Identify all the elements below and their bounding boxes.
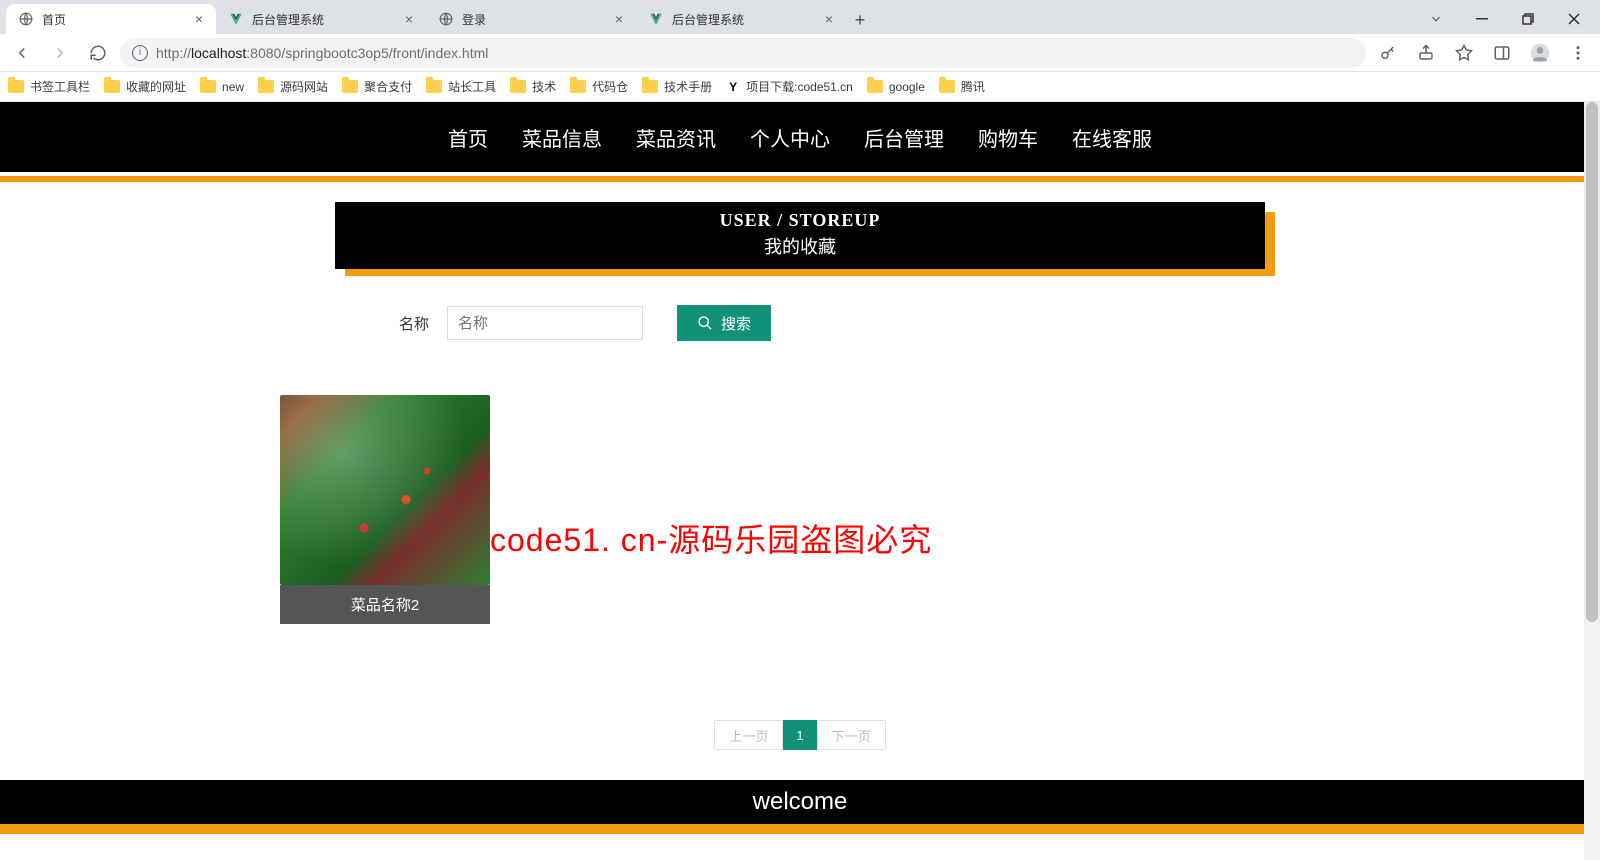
site-info-icon[interactable]: i — [132, 45, 148, 61]
nav-dishes[interactable]: 菜品信息 — [522, 123, 602, 152]
folder-icon — [426, 80, 442, 93]
bookmark-item[interactable]: 收藏的网址 — [104, 78, 186, 95]
minimize-button[interactable] — [1460, 4, 1504, 34]
bookmark-star-icon[interactable] — [1448, 37, 1480, 69]
nav-home[interactable]: 首页 — [448, 123, 488, 152]
page-prev[interactable]: 上一页 — [714, 720, 783, 750]
close-icon[interactable]: × — [822, 12, 836, 26]
bookmark-item[interactable]: new — [200, 80, 244, 94]
link-icon: Y — [726, 80, 740, 94]
folder-icon — [570, 80, 586, 93]
nav-user-center[interactable]: 个人中心 — [750, 123, 830, 152]
close-icon[interactable]: × — [402, 12, 416, 26]
folder-icon — [104, 80, 120, 93]
close-icon[interactable]: × — [612, 12, 626, 26]
tab-3[interactable]: 后台管理系统 × — [636, 4, 846, 34]
folder-icon — [867, 80, 883, 93]
bookmark-item[interactable]: 技术手册 — [642, 78, 712, 95]
tab-label: 后台管理系统 — [252, 11, 394, 28]
item-caption: 菜品名称2 — [280, 585, 490, 624]
search-button[interactable]: 搜索 — [677, 305, 771, 341]
side-panel-icon[interactable] — [1486, 37, 1518, 69]
scrollbar-thumb[interactable] — [1586, 102, 1598, 622]
search-row: 名称 搜索 — [335, 305, 1265, 341]
page-number[interactable]: 1 — [783, 720, 816, 750]
item-grid: 菜品名称2 — [280, 395, 1320, 624]
tab-1[interactable]: 后台管理系统 × — [216, 4, 426, 34]
menu-icon[interactable] — [1562, 37, 1594, 69]
tab-label: 登录 — [462, 11, 604, 28]
page-viewport: 首页 菜品信息 菜品资讯 个人中心 后台管理 购物车 在线客服 USER / S… — [0, 102, 1600, 860]
item-image — [280, 395, 490, 585]
vue-icon — [648, 11, 664, 27]
folder-icon — [8, 80, 24, 93]
titlebar: 首页 × 后台管理系统 × 登录 × 后台管理 — [0, 0, 1600, 34]
watermark-text: code51. cn-源码乐园盗图必究 — [490, 515, 932, 561]
bookmark-item[interactable]: google — [867, 80, 925, 94]
tab-label: 首页 — [42, 11, 184, 28]
bookmark-item[interactable]: 站长工具 — [426, 78, 496, 95]
section-title-zh: 我的收藏 — [335, 233, 1265, 259]
section-title-en: USER / STOREUP — [335, 210, 1265, 231]
folder-icon — [200, 80, 216, 93]
pagination: 上一页 1 下一页 — [0, 720, 1600, 750]
tab-label: 后台管理系统 — [672, 11, 814, 28]
window-controls — [1414, 4, 1600, 34]
nav-admin[interactable]: 后台管理 — [864, 123, 944, 152]
browser-toolbar: i http://localhost:8080/springbootc3op5/… — [0, 34, 1600, 72]
key-icon[interactable] — [1372, 37, 1404, 69]
footer-accent — [0, 828, 1600, 834]
nav-news[interactable]: 菜品资讯 — [636, 123, 716, 152]
footer-text: welcome — [753, 788, 848, 815]
folder-icon — [939, 80, 955, 93]
bookmark-item[interactable]: Y项目下载:code51.cn — [726, 78, 853, 95]
url-text: http://localhost:8080/springbootc3op5/fr… — [156, 45, 1354, 61]
reload-button[interactable] — [82, 37, 114, 69]
globe-icon — [438, 11, 454, 27]
section-title: USER / STOREUP 我的收藏 — [335, 202, 1265, 269]
forward-button[interactable] — [44, 37, 76, 69]
share-icon[interactable] — [1410, 37, 1442, 69]
vue-icon — [228, 11, 244, 27]
tab-0[interactable]: 首页 × — [6, 4, 216, 34]
bookmarks-bar: 书签工具栏 收藏的网址 new 源码网站 聚合支付 站长工具 技术 代码仓 技术… — [0, 72, 1600, 102]
tab-strip: 首页 × 后台管理系统 × 登录 × 后台管理 — [0, 0, 1414, 34]
maximize-button[interactable] — [1506, 4, 1550, 34]
footer: welcome — [0, 780, 1600, 828]
folder-icon — [510, 80, 526, 93]
close-icon[interactable]: × — [192, 12, 206, 26]
bookmark-item[interactable]: 聚合支付 — [342, 78, 412, 95]
nav-support[interactable]: 在线客服 — [1072, 123, 1152, 152]
page-next[interactable]: 下一页 — [817, 720, 886, 750]
item-card[interactable]: 菜品名称2 — [280, 395, 490, 624]
folder-icon — [342, 80, 358, 93]
profile-icon[interactable] — [1524, 37, 1556, 69]
address-bar[interactable]: i http://localhost:8080/springbootc3op5/… — [120, 38, 1366, 68]
folder-icon — [642, 80, 658, 93]
bookmark-item[interactable]: 书签工具栏 — [8, 78, 90, 95]
bookmark-item[interactable]: 代码仓 — [570, 78, 628, 95]
bookmark-item[interactable]: 腾讯 — [939, 78, 985, 95]
nav-cart[interactable]: 购物车 — [978, 123, 1038, 152]
search-icon — [697, 315, 713, 331]
accent-line — [0, 176, 1600, 182]
back-button[interactable] — [6, 37, 38, 69]
page-content: 首页 菜品信息 菜品资讯 个人中心 后台管理 购物车 在线客服 USER / S… — [0, 102, 1600, 860]
close-window-button[interactable] — [1552, 4, 1596, 34]
bookmark-item[interactable]: 源码网站 — [258, 78, 328, 95]
search-input[interactable] — [447, 306, 643, 340]
folder-icon — [258, 80, 274, 93]
tab-2[interactable]: 登录 × — [426, 4, 636, 34]
search-label: 名称 — [399, 313, 429, 334]
scrollbar[interactable] — [1584, 102, 1600, 860]
bookmark-item[interactable]: 技术 — [510, 78, 556, 95]
chevron-down-icon[interactable] — [1414, 4, 1458, 34]
new-tab-button[interactable]: + — [846, 6, 874, 34]
main-nav: 首页 菜品信息 菜品资讯 个人中心 后台管理 购物车 在线客服 — [0, 102, 1600, 172]
globe-icon — [18, 11, 34, 27]
